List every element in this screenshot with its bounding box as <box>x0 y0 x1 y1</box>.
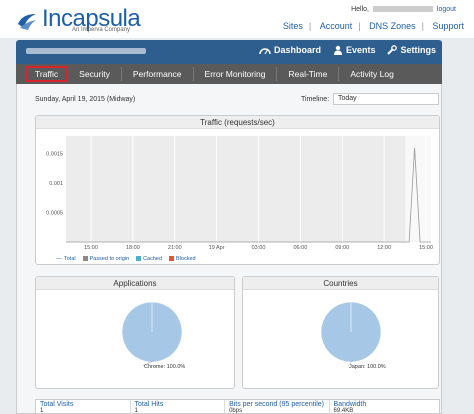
legend-label: Passed to origin <box>89 256 130 262</box>
y-tick-label: 0.0005 <box>46 211 63 217</box>
legend-swatch <box>136 256 142 262</box>
user-icon <box>333 45 342 55</box>
applications-title: Applications <box>36 277 234 290</box>
countries-pie-chart: Japan: 100.0% <box>320 301 386 370</box>
pie-label: Chrome: 100.0% <box>144 364 185 370</box>
stat-value: 0bps <box>229 408 243 414</box>
x-tick-label: 21:00 <box>168 245 182 251</box>
tab-security[interactable]: Security <box>68 67 122 81</box>
traffic-chart-panel: Traffic (requests/sec) 15:00 18:00 21:00 19… <box>35 115 440 265</box>
events-label: Events <box>345 45 376 55</box>
sites-link[interactable]: Sites <box>283 21 303 31</box>
legend-item[interactable]: Cached <box>136 256 162 262</box>
x-tick-label: 15:00 <box>419 245 433 251</box>
wrench-icon <box>387 45 398 55</box>
x-tick-label: 18:00 <box>126 245 140 251</box>
x-tick-label: 12:00 <box>377 245 391 251</box>
applications-pie-chart: Chrome: 100.0% <box>121 301 185 370</box>
top-header: Incapsula An Imperva Company Hello, logo… <box>0 0 474 38</box>
dashboard-label: Dashboard <box>273 45 321 55</box>
legend-label: Blocked <box>176 256 196 262</box>
legend-item[interactable]: Blocked <box>169 256 196 262</box>
x-tick-label: 06:00 <box>293 245 307 251</box>
stat-label: Total Hits <box>134 401 164 408</box>
events-button[interactable]: Events <box>333 45 376 55</box>
traffic-chart-title: Traffic (requests/sec) <box>36 116 439 129</box>
plot-area <box>66 136 431 242</box>
tab-real-time[interactable]: Real-Time <box>277 67 340 81</box>
applications-panel: Applications Chrome: 100.0% <box>35 276 235 389</box>
tab-traffic[interactable]: Traffic <box>25 66 69 82</box>
x-tick-label: 19 Apr <box>209 245 225 251</box>
legend-swatch <box>56 258 62 260</box>
legend-swatch <box>169 256 175 262</box>
traffic-legend: Total Passed to origin Cached Blocked <box>56 256 196 262</box>
stat-value: 69.4KB <box>333 408 354 414</box>
account-link[interactable]: Account <box>320 21 353 31</box>
dashboard-icon <box>259 48 271 55</box>
x-tick-label: 09:00 <box>335 245 349 251</box>
stat-value: 1 <box>40 408 44 414</box>
legend-swatch <box>82 256 88 262</box>
stat-label: Bits per second (95 percentile) <box>229 401 324 408</box>
support-link[interactable]: Support <box>432 21 464 31</box>
traffic-chart: 15:00 18:00 21:00 19 Apr 03:00 06:00 09:00 12:0… <box>46 136 433 251</box>
x-tick-label: 15:00 <box>84 245 98 251</box>
y-tick-label: 0.001 <box>49 181 63 187</box>
site-navbar: Dashboard Events Settings <box>16 40 442 64</box>
hello-label: Hello, <box>351 6 370 13</box>
user-greeting: Hello, logout <box>351 6 456 13</box>
legend-item[interactable]: Total <box>56 256 76 262</box>
logout-link[interactable]: logout <box>437 6 456 13</box>
stats-bar: Total Visits 1 Total Hits 1 Bits per secon… <box>35 399 440 414</box>
timeline-label: Timeline: <box>301 96 330 103</box>
stat-bits-per-second: Bits per second (95 percentile) 0bps <box>225 400 330 414</box>
tab-activity-log[interactable]: Activity Log <box>339 67 404 81</box>
timeline-select[interactable]: Today <box>333 93 439 105</box>
tab-performance[interactable]: Performance <box>122 67 194 81</box>
legend-item[interactable]: Passed to origin <box>82 256 130 262</box>
brand-tagline: An Imperva Company <box>72 27 131 33</box>
countries-title: Countries <box>243 277 438 290</box>
pie-label: Japan: 100.0% <box>349 364 386 370</box>
stat-label: Total Visits <box>40 401 74 408</box>
site-name-redacted[interactable] <box>26 48 146 54</box>
x-tick-label: 03:00 <box>252 245 266 251</box>
main-content: Sunday, April 19, 2015 (Midway) Timeline… <box>16 84 442 414</box>
top-links: Sites | Account | DNS Zones | Support <box>282 21 464 31</box>
dns-zones-link[interactable]: DNS Zones <box>369 21 416 31</box>
stat-label: Bandwidth <box>333 401 367 408</box>
highlight-band <box>405 136 431 242</box>
report-date: Sunday, April 19, 2015 (Midway) <box>35 96 136 103</box>
incapsula-logo-icon <box>18 14 36 30</box>
user-email-redacted <box>372 6 433 13</box>
countries-panel: Countries Japan: 100.0% <box>242 276 439 389</box>
stat-value: 1 <box>134 408 138 414</box>
stat-total-hits: Total Hits 1 <box>131 400 226 414</box>
dashboard-button[interactable]: Dashboard <box>259 45 321 55</box>
settings-label: Settings <box>400 45 436 55</box>
stat-bandwidth: Bandwidth 69.4KB <box>330 400 439 414</box>
tab-error-monitoring[interactable]: Error Monitoring <box>194 67 278 81</box>
settings-button[interactable]: Settings <box>387 45 436 55</box>
legend-label: Cached <box>143 256 163 262</box>
y-tick-label: 0.0015 <box>46 152 63 158</box>
stat-total-visits: Total Visits 1 <box>36 400 131 414</box>
section-tabs: Traffic Security Performance Error Monit… <box>16 64 442 84</box>
legend-label: Total <box>64 256 76 262</box>
